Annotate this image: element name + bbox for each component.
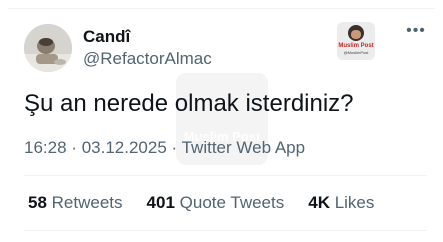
likes-label: Likes xyxy=(334,193,375,212)
tweet-meta: 16:28 · 03.12.2025 · Twitter Web App xyxy=(24,138,305,158)
meta-separator: · xyxy=(171,138,178,157)
retweets-label: Retweets xyxy=(51,193,123,212)
avatar-image xyxy=(24,24,72,72)
top-border xyxy=(8,8,435,9)
logo-title: Muslim Post xyxy=(338,43,374,49)
likes-count: 4K xyxy=(308,193,330,212)
quote-tweets-stat[interactable]: 401 Quote Tweets xyxy=(147,193,285,213)
divider xyxy=(24,175,427,176)
more-options-icon[interactable]: ••• xyxy=(405,23,427,40)
quote-tweets-count: 401 xyxy=(146,193,175,212)
logo-subtitle: @MuslimPost xyxy=(343,50,369,55)
avatar[interactable] xyxy=(24,24,72,72)
meta-separator: · xyxy=(71,138,77,157)
tweet-source[interactable]: Twitter Web App xyxy=(182,138,305,157)
likes-stat[interactable]: 4K Likes xyxy=(308,193,374,213)
tweet-date[interactable]: 03.12.2025 xyxy=(82,138,167,157)
retweets-stat[interactable]: 58 Retweets xyxy=(28,193,123,213)
quote-tweets-label: Quote Tweets xyxy=(179,193,285,212)
logo-face-icon xyxy=(348,25,364,41)
retweets-count: 58 xyxy=(28,193,47,212)
muslim-post-logo: Muslim Post @MuslimPost xyxy=(337,22,375,60)
tweet-stats: 58 Retweets 401 Quote Tweets 4K Likes xyxy=(28,193,398,213)
tweet-time[interactable]: 16:28 xyxy=(24,138,67,157)
author-name[interactable]: Candî xyxy=(83,27,130,47)
tweet-text: Şu an nerede olmak isterdiniz? xyxy=(24,90,354,117)
divider xyxy=(24,230,427,231)
tweet-card: Candî @RefactorAlmac Muslim Post @Muslim… xyxy=(0,0,443,242)
author-handle[interactable]: @RefactorAlmac xyxy=(83,49,212,69)
